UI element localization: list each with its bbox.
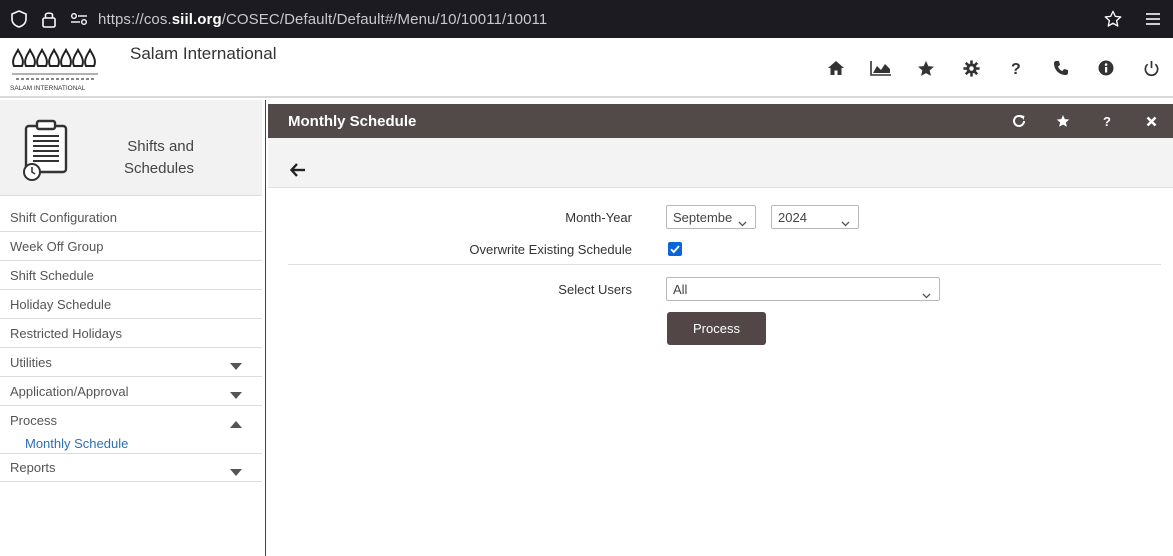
year-select[interactable]: 2024	[771, 205, 859, 229]
gear-icon[interactable]	[949, 48, 993, 88]
overwrite-existing-schedule-label: Overwrite Existing Schedule	[469, 242, 632, 257]
select-users-label: Select Users	[558, 282, 632, 297]
schedule-clipboard-icon	[22, 118, 72, 182]
panel-header-icons: ?	[997, 104, 1173, 138]
month-year-label: Month-Year	[565, 210, 632, 225]
close-icon[interactable]	[1129, 104, 1173, 138]
select-users-dropdown[interactable]: All	[666, 277, 940, 301]
form-divider	[288, 264, 1161, 265]
page-title: Monthly Schedule	[288, 113, 417, 130]
phone-icon[interactable]	[1039, 48, 1083, 88]
caret-down-icon	[230, 464, 242, 479]
sidebar-item-process[interactable]: Process	[0, 406, 262, 435]
bookmark-star-icon[interactable]	[1093, 8, 1133, 30]
sidebar-item-label: Holiday Schedule	[10, 296, 112, 312]
sidebar-item-label: Shift Schedule	[10, 267, 94, 283]
sidebar-item-utilities[interactable]: Utilities	[0, 348, 262, 377]
module-card: Shifts and Schedules	[0, 100, 262, 196]
sidebar-item-shift-schedule[interactable]: Shift Schedule	[0, 261, 262, 290]
module-title-line2: Schedules	[123, 160, 194, 177]
help-icon[interactable]: ?	[1085, 104, 1129, 138]
sidebar-item-application-approval[interactable]: Application/Approval	[0, 377, 262, 406]
shield-icon[interactable]	[8, 8, 30, 30]
sidebar-item-label: Shift Configuration	[10, 209, 117, 225]
browser-address-bar: https://cos.siil.org/COSEC/Default/Defau…	[0, 0, 1173, 38]
process-button[interactable]: Process	[667, 312, 766, 345]
power-icon[interactable]	[1129, 48, 1173, 88]
sidebar-item-reports[interactable]: Reports	[0, 453, 262, 482]
home-icon[interactable]	[814, 48, 858, 88]
checkmark-icon	[670, 245, 680, 254]
sidebar-subitem-label: Monthly Schedule	[25, 435, 129, 451]
svg-text:?: ?	[1011, 61, 1021, 76]
chevron-down-icon	[841, 215, 850, 230]
url-text[interactable]: https://cos.siil.org/COSEC/Default/Defau…	[98, 11, 547, 28]
sidebar-item-label: Process	[10, 413, 57, 428]
help-icon[interactable]: ?	[994, 48, 1038, 88]
month-select[interactable]: Septembe	[666, 205, 756, 229]
browser-right-controls	[1093, 0, 1173, 38]
chevron-down-icon	[922, 287, 931, 302]
svg-text:SALAM INTERNATIONAL: SALAM INTERNATIONAL	[10, 85, 86, 92]
module-title: Shifts and Schedules	[122, 136, 194, 180]
url-prefix: https://cos.	[98, 10, 172, 28]
permissions-icon[interactable]	[68, 8, 90, 30]
sidebar-item-label: Restricted Holidays	[10, 325, 122, 341]
company-logo: SALAM INTERNATIONAL	[8, 44, 108, 92]
module-title-line1: Shifts and	[127, 138, 194, 155]
chart-icon[interactable]	[859, 48, 903, 88]
sidebar: Shifts and Schedules Shift Configuration…	[0, 100, 266, 556]
svg-text:?: ?	[1103, 114, 1111, 128]
caret-down-icon	[230, 387, 242, 402]
sidebar-item-label: Reports	[10, 460, 56, 475]
back-arrow-icon[interactable]	[289, 163, 308, 177]
caret-up-icon	[230, 416, 242, 431]
url-path: /COSEC/Default/Default#/Menu/10/10011/10…	[221, 10, 548, 28]
hamburger-menu-icon[interactable]	[1133, 8, 1173, 30]
panel-header: Monthly Schedule ?	[268, 104, 1173, 138]
refresh-icon[interactable]	[997, 104, 1041, 138]
overwrite-checkbox[interactable]	[668, 242, 682, 256]
select-users-value: All	[673, 281, 688, 297]
sidebar-item-label: Application/Approval	[10, 383, 129, 399]
year-select-value: 2024	[778, 209, 807, 225]
sidebar-item-label: Utilities	[10, 354, 52, 370]
sidebar-item-week-off-group[interactable]: Week Off Group	[0, 232, 262, 261]
caret-down-icon	[230, 358, 242, 373]
sidebar-item-holiday-schedule[interactable]: Holiday Schedule	[0, 290, 262, 319]
lock-icon[interactable]	[38, 8, 60, 30]
sidebar-menu: Shift Configuration Week Off Group Shift…	[0, 203, 262, 482]
header-icon-bar: ?	[813, 38, 1173, 98]
sidebar-item-shift-configuration[interactable]: Shift Configuration	[0, 203, 262, 232]
sidebar-item-restricted-holidays[interactable]: Restricted Holidays	[0, 319, 262, 348]
month-select-value: Septembe	[673, 209, 733, 225]
sidebar-subitem-monthly-schedule[interactable]: Monthly Schedule	[0, 433, 262, 453]
chevron-down-icon	[738, 215, 747, 230]
star-icon[interactable]	[904, 48, 948, 88]
info-icon[interactable]	[1084, 48, 1128, 88]
url-domain: siil.org	[171, 10, 222, 28]
star-icon[interactable]	[1041, 104, 1085, 138]
panel-toolbar	[268, 138, 1173, 188]
company-name: Salam International	[130, 44, 277, 63]
monthly-schedule-form: Month-Year Septembe 2024 Overwrite Exist…	[268, 190, 1173, 556]
sidebar-item-label: Week Off Group	[10, 238, 104, 254]
app-header: SALAM INTERNATIONAL Salam International …	[0, 38, 1173, 98]
